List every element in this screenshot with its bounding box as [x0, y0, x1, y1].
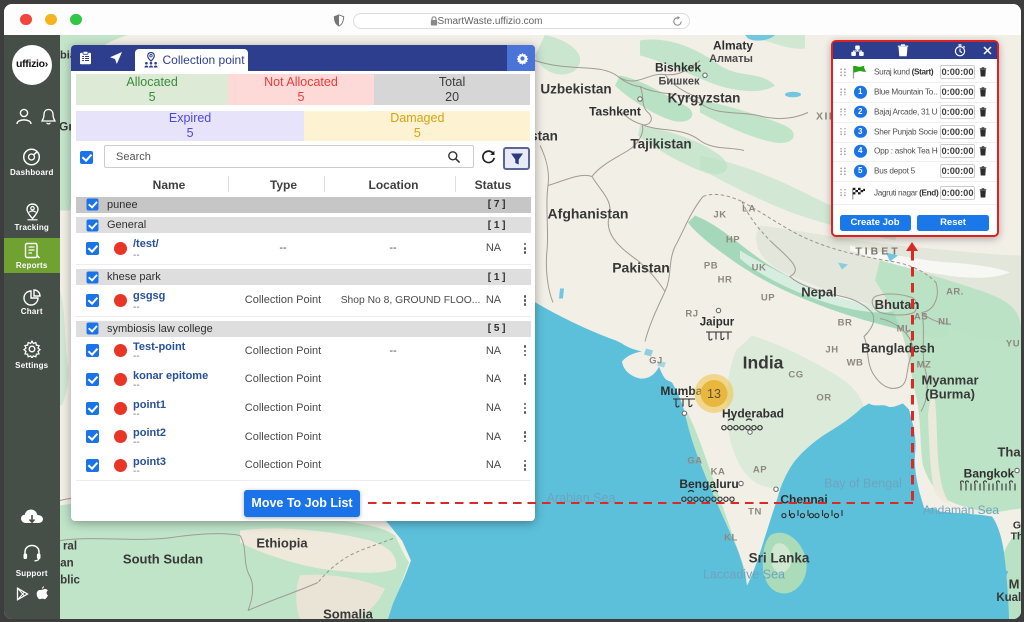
svg-text:Алматы: Алматы	[709, 53, 753, 65]
svg-text:AR.: AR.	[946, 286, 964, 297]
svg-text:UP: UP	[761, 292, 775, 303]
svg-text:OR: OR	[816, 392, 831, 403]
svg-text:UK: UK	[752, 262, 767, 273]
svg-text:India: India	[743, 352, 784, 372]
svg-text:Sri Lanka: Sri Lanka	[749, 550, 810, 565]
svg-text:M: M	[1009, 576, 1020, 591]
svg-text:Jaipur: Jaipur	[700, 316, 735, 328]
svg-text:Bay of Bengal: Bay of Bengal	[824, 476, 902, 490]
svg-text:Nepal: Nepal	[801, 284, 836, 299]
svg-text:Myanmar: Myanmar	[921, 372, 978, 387]
svg-text:Laccadive Sea: Laccadive Sea	[703, 567, 785, 581]
svg-text:CG: CG	[788, 369, 803, 380]
svg-text:Bangladesh: Bangladesh	[861, 340, 935, 355]
svg-text:GJ: GJ	[649, 355, 663, 366]
svg-text:MZ: MZ	[917, 359, 932, 370]
svg-text:Kuala: Kuala	[996, 592, 1020, 604]
svg-text:TN: TN	[748, 506, 762, 517]
svg-text:blic: blic	[60, 574, 80, 586]
svg-text:JK: JK	[713, 209, 726, 220]
svg-text:GA: GA	[687, 455, 702, 466]
svg-text:Bengaluru: Bengaluru	[679, 477, 738, 491]
svg-text:BR: BR	[838, 317, 853, 328]
svg-text:Tajikistan: Tajikistan	[630, 136, 691, 151]
svg-text:Kyrgyzstan: Kyrgyzstan	[668, 90, 741, 105]
svg-text:HP: HP	[726, 234, 740, 245]
svg-text:LA: LA	[742, 203, 756, 214]
svg-text:Afghanistan: Afghanistan	[548, 205, 629, 221]
svg-text:South Sudan: South Sudan	[123, 551, 203, 566]
svg-text:TIBET: TIBET	[855, 245, 900, 257]
svg-text:Hyderabad: Hyderabad	[722, 406, 784, 420]
svg-text:Pakistan: Pakistan	[612, 259, 670, 275]
svg-text:Бишкек: Бишкек	[659, 75, 700, 87]
svg-text:Bishkek: Bishkek	[655, 60, 701, 74]
svg-text:JH: JH	[825, 344, 838, 355]
svg-text:HR: HR	[718, 274, 733, 285]
svg-text:WB: WB	[847, 357, 864, 368]
svg-text:Somalia: Somalia	[323, 606, 374, 619]
svg-text:Tha: Tha	[997, 444, 1020, 459]
svg-text:YU: YU	[1006, 338, 1020, 349]
svg-text:Ethiopia: Ethiopia	[256, 535, 308, 550]
svg-text:an: an	[60, 557, 73, 569]
svg-text:Tashkent: Tashkent	[589, 104, 641, 118]
svg-text:NL: NL	[938, 316, 952, 327]
svg-text:Uzbekistan: Uzbekistan	[540, 81, 611, 96]
svg-text:AP: AP	[753, 464, 767, 475]
svg-text:KA: KA	[711, 466, 726, 477]
svg-text:KL: KL	[724, 532, 738, 543]
svg-text:AS: AS	[914, 311, 928, 322]
svg-text:(Burma): (Burma)	[925, 386, 975, 401]
svg-text:Almaty: Almaty	[713, 38, 753, 52]
svg-text:ML: ML	[897, 323, 912, 334]
svg-text:Andaman Sea: Andaman Sea	[923, 503, 999, 517]
svg-text:PB: PB	[704, 260, 718, 271]
svg-text:Bangkok: Bangkok	[964, 466, 1015, 480]
svg-text:Th: Th	[1011, 530, 1021, 542]
svg-text:RJ: RJ	[685, 308, 698, 319]
svg-text:ral: ral	[63, 540, 77, 552]
svg-text:13: 13	[707, 387, 721, 401]
